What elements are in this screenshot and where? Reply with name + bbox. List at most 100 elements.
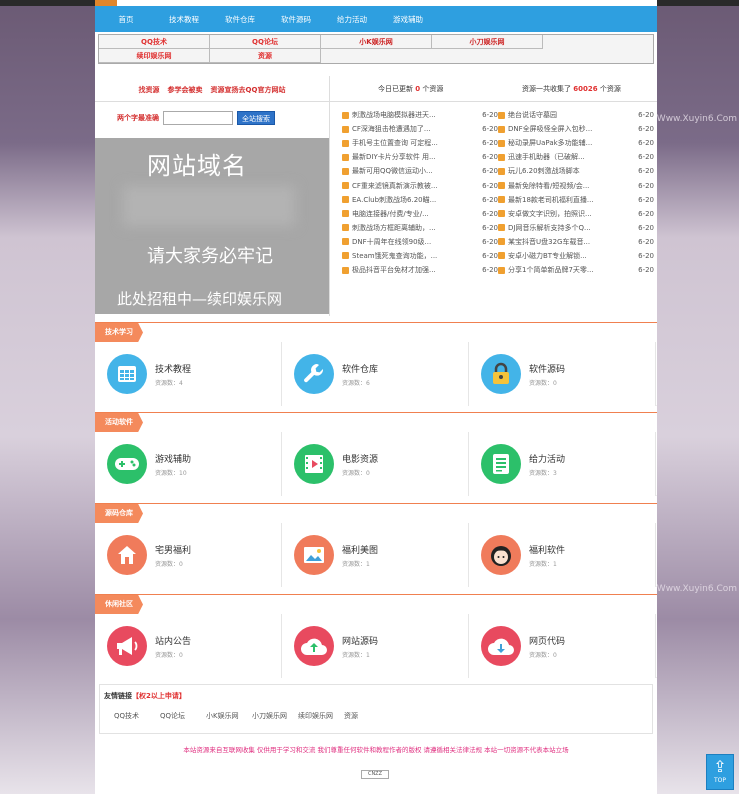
- resource-title[interactable]: 最新DIY卡片分享软件 用...: [352, 152, 470, 162]
- category-card[interactable]: 站内公告 资源数：0: [95, 614, 282, 678]
- category-card-title[interactable]: 软件仓库: [342, 362, 378, 375]
- resource-title[interactable]: 电脑连接器/付费/专业/...: [352, 209, 470, 219]
- category-card-title[interactable]: 软件源码: [529, 362, 565, 375]
- resource-list-item[interactable]: CF深海狙击枪遭遇加了... 6-20: [342, 122, 502, 136]
- resource-title[interactable]: 最新免除特看/短视频/会...: [508, 181, 626, 191]
- top-link[interactable]: 资源: [210, 49, 321, 63]
- resource-title[interactable]: 手机号主位置查询 可定程...: [352, 138, 470, 148]
- category-card[interactable]: 网页代码 资源数：0: [469, 614, 656, 678]
- category-card-title[interactable]: 网站源码: [342, 634, 378, 647]
- resource-title[interactable]: 最新18款老司机福利直播...: [508, 195, 626, 205]
- ad-banner[interactable]: 网站域名 请大家务必牢记 此处招租中—续印娱乐网: [95, 138, 329, 314]
- friend-link[interactable]: 续印娱乐网: [298, 711, 333, 721]
- category-card[interactable]: 软件仓库 资源数：6: [282, 342, 469, 406]
- top-link[interactable]: 小K娱乐网: [321, 35, 432, 49]
- top-link[interactable]: QQ技术: [99, 35, 210, 49]
- resource-title[interactable]: 迅速手机助器（已破解...: [508, 152, 626, 162]
- tag-link[interactable]: 资源宣扬去QQ官方网站: [211, 85, 286, 95]
- resource-list-item[interactable]: 最新免除特看/短视频/会... 6-20: [498, 178, 657, 192]
- friend-links-request[interactable]: 【权2以上申请】: [132, 692, 186, 700]
- friend-link[interactable]: 小刀娱乐网: [252, 711, 287, 721]
- category-card[interactable]: 游戏辅助 资源数：10: [95, 432, 282, 496]
- top-link[interactable]: QQ论坛: [210, 35, 321, 49]
- tag-link[interactable]: 参学会被卖: [168, 85, 203, 95]
- resource-title[interactable]: DNF全屏吸怪全屏入包秒...: [508, 124, 626, 134]
- resource-list-item[interactable]: 某宝抖音U盘32G车载音... 6-20: [498, 235, 657, 249]
- category-card-title[interactable]: 游戏辅助: [155, 452, 191, 465]
- resource-list-item[interactable]: Steam饿死鬼查询功能，... 6-20: [342, 249, 502, 263]
- resource-list-item[interactable]: 电脑连接器/付费/专业/... 6-20: [342, 207, 502, 221]
- category-label[interactable]: 休闲社区: [95, 595, 143, 614]
- resource-list-item[interactable]: CF重来滤镜真新演示教被... 6-20: [342, 178, 502, 192]
- resource-title[interactable]: 极品抖音平台免材才加强...: [352, 265, 470, 275]
- resource-title[interactable]: 分享1个简单新品牌7天零...: [508, 265, 626, 275]
- resource-title[interactable]: DNF十周年在线领90级...: [352, 237, 470, 247]
- friend-link[interactable]: 小K娱乐网: [206, 711, 239, 721]
- resource-title[interactable]: 某宝抖音U盘32G车载音...: [508, 237, 626, 247]
- resource-list-item[interactable]: DNF全屏吸怪全屏入包秒... 6-20: [498, 122, 657, 136]
- resource-title[interactable]: Steam饿死鬼查询功能，...: [352, 251, 470, 261]
- category-card[interactable]: 给力活动 资源数：3: [469, 432, 656, 496]
- resource-list-item[interactable]: 秘动录屏UaPak多功能辅... 6-20: [498, 136, 657, 150]
- category-card[interactable]: 福利美图 资源数：1: [282, 523, 469, 587]
- resource-list-item[interactable]: EA.Club刺激战场6.20瞄... 6-20: [342, 193, 502, 207]
- resource-list-item[interactable]: DNF十周年在线领90级... 6-20: [342, 235, 502, 249]
- resource-list-item[interactable]: 安卓做文字识别，拍照识... 6-20: [498, 207, 657, 221]
- category-card[interactable]: 电影资源 资源数：0: [282, 432, 469, 496]
- resource-title[interactable]: DJ网音乐解析支持多个Q...: [508, 223, 626, 233]
- tag-link[interactable]: 找资源: [139, 85, 160, 95]
- friend-link[interactable]: QQ论坛: [160, 711, 185, 721]
- nav-tutorials[interactable]: 技术教程: [157, 14, 211, 25]
- resource-list-item[interactable]: 绝台说话守墓园 6-20: [498, 108, 657, 122]
- resource-title[interactable]: 秘动录屏UaPak多功能辅...: [508, 138, 626, 148]
- resource-title[interactable]: 最新可用QQ微信运动小...: [352, 166, 470, 176]
- top-link[interactable]: 小刀娱乐网: [432, 35, 543, 49]
- resource-list-item[interactable]: 刺激战场电脑模拟器进天... 6-20: [342, 108, 502, 122]
- category-card[interactable]: 技术教程 资源数：4: [95, 342, 282, 406]
- resource-list-item[interactable]: 安卓小磁力BT专业解锁... 6-20: [498, 249, 657, 263]
- nav-source[interactable]: 软件源码: [269, 14, 323, 25]
- category-card-title[interactable]: 电影资源: [342, 452, 378, 465]
- category-card-title[interactable]: 网页代码: [529, 634, 565, 647]
- resource-list-item[interactable]: 极品抖音平台免材才加强... 6-20: [342, 263, 502, 277]
- category-card-title[interactable]: 站内公告: [155, 634, 191, 647]
- category-card-title[interactable]: 给力活动: [529, 452, 565, 465]
- category-card-title[interactable]: 宅男福利: [155, 543, 191, 556]
- resource-list-item[interactable]: 最新18款老司机福利直播... 6-20: [498, 193, 657, 207]
- nav-activities[interactable]: 给力活动: [325, 14, 379, 25]
- nav-game-aids[interactable]: 游戏辅助: [381, 14, 435, 25]
- stats-badge[interactable]: CNZZ: [361, 770, 389, 779]
- category-card[interactable]: 宅男福利 资源数：0: [95, 523, 282, 587]
- resource-title[interactable]: EA.Club刺激战场6.20瞄...: [352, 195, 470, 205]
- nav-home[interactable]: 首页: [99, 14, 153, 25]
- category-card[interactable]: 网站源码 资源数：1: [282, 614, 469, 678]
- resource-title[interactable]: 刺激战场电脑模拟器进天...: [352, 110, 470, 120]
- category-card-title[interactable]: 福利美图: [342, 543, 378, 556]
- resource-title[interactable]: 安卓小磁力BT专业解锁...: [508, 251, 626, 261]
- resource-list-item[interactable]: DJ网音乐解析支持多个Q... 6-20: [498, 221, 657, 235]
- nav-software[interactable]: 软件仓库: [213, 14, 267, 25]
- top-link[interactable]: 续印娱乐网: [99, 49, 210, 63]
- resource-title[interactable]: CF深海狙击枪遭遇加了...: [352, 124, 470, 134]
- category-card-title[interactable]: 福利软件: [529, 543, 565, 556]
- search-button[interactable]: 全站搜索: [237, 111, 275, 125]
- resource-list-item[interactable]: 最新可用QQ微信运动小... 6-20: [342, 164, 502, 178]
- resource-title[interactable]: 安卓做文字识别，拍照识...: [508, 209, 626, 219]
- resource-title[interactable]: 玩儿6.20刺激战场脚本: [508, 166, 626, 176]
- resource-title[interactable]: 绝台说话守墓园: [508, 110, 626, 120]
- search-input[interactable]: [163, 111, 233, 125]
- resource-list-item[interactable]: 分享1个简单新品牌7天零... 6-20: [498, 263, 657, 277]
- friend-link[interactable]: QQ技术: [114, 711, 139, 721]
- category-card[interactable]: 软件源码 资源数：0: [469, 342, 656, 406]
- category-card[interactable]: 福利软件 资源数：1: [469, 523, 656, 587]
- resource-list-item[interactable]: 迅速手机助器（已破解... 6-20: [498, 150, 657, 164]
- category-label[interactable]: 技术学习: [95, 323, 143, 342]
- resource-title[interactable]: CF重来滤镜真新演示教被...: [352, 181, 470, 191]
- back-to-top-button[interactable]: ⇪ TOP: [706, 754, 734, 790]
- resource-list-item[interactable]: 手机号主位置查询 可定程... 6-20: [342, 136, 502, 150]
- resource-list-item[interactable]: 玩儿6.20刺激战场脚本 6-20: [498, 164, 657, 178]
- resource-title[interactable]: 刺激战场方框距离辅助，...: [352, 223, 470, 233]
- category-label[interactable]: 活动软件: [95, 413, 143, 432]
- category-card-title[interactable]: 技术教程: [155, 362, 191, 375]
- resource-list-item[interactable]: 刺激战场方框距离辅助，... 6-20: [342, 221, 502, 235]
